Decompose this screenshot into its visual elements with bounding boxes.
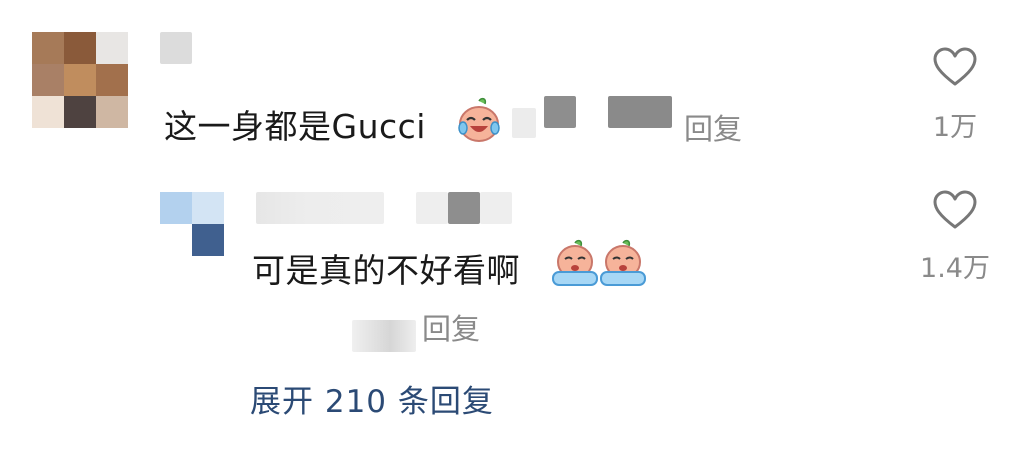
reply-button[interactable]: 回复	[422, 306, 480, 348]
comment-text: 这一身都是Gucci	[164, 107, 426, 146]
expand-replies-button[interactable]: 展开 210 条回复	[250, 376, 494, 421]
reply-text: 可是真的不好看啊	[252, 251, 520, 290]
heart-outline-icon[interactable]	[933, 190, 977, 230]
crying-emoji	[552, 239, 598, 286]
username[interactable]	[480, 192, 512, 224]
username[interactable]	[160, 32, 192, 64]
laughing-crying-emoji	[458, 97, 500, 142]
username[interactable]	[256, 192, 384, 224]
reply-button[interactable]: 回复	[684, 106, 742, 148]
reply-meta	[352, 320, 416, 352]
comment-meta	[544, 96, 576, 128]
crying-emoji	[600, 239, 646, 286]
avatar[interactable]	[160, 192, 224, 256]
comment-meta	[608, 96, 672, 128]
username[interactable]	[416, 192, 448, 224]
like-count: 1.4万	[920, 253, 990, 284]
avatar[interactable]	[32, 32, 128, 128]
username[interactable]	[448, 192, 480, 224]
heart-outline-icon[interactable]	[933, 47, 977, 87]
comment-meta	[512, 108, 536, 138]
like-count: 1万	[932, 112, 978, 143]
